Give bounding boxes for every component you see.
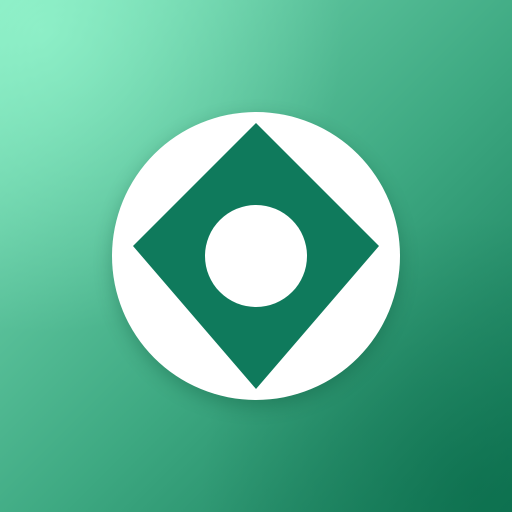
diamond-with-circle-icon — [133, 123, 379, 389]
app-icon-background — [0, 0, 512, 512]
app-icon-badge — [112, 112, 400, 400]
center-dot — [205, 205, 307, 307]
